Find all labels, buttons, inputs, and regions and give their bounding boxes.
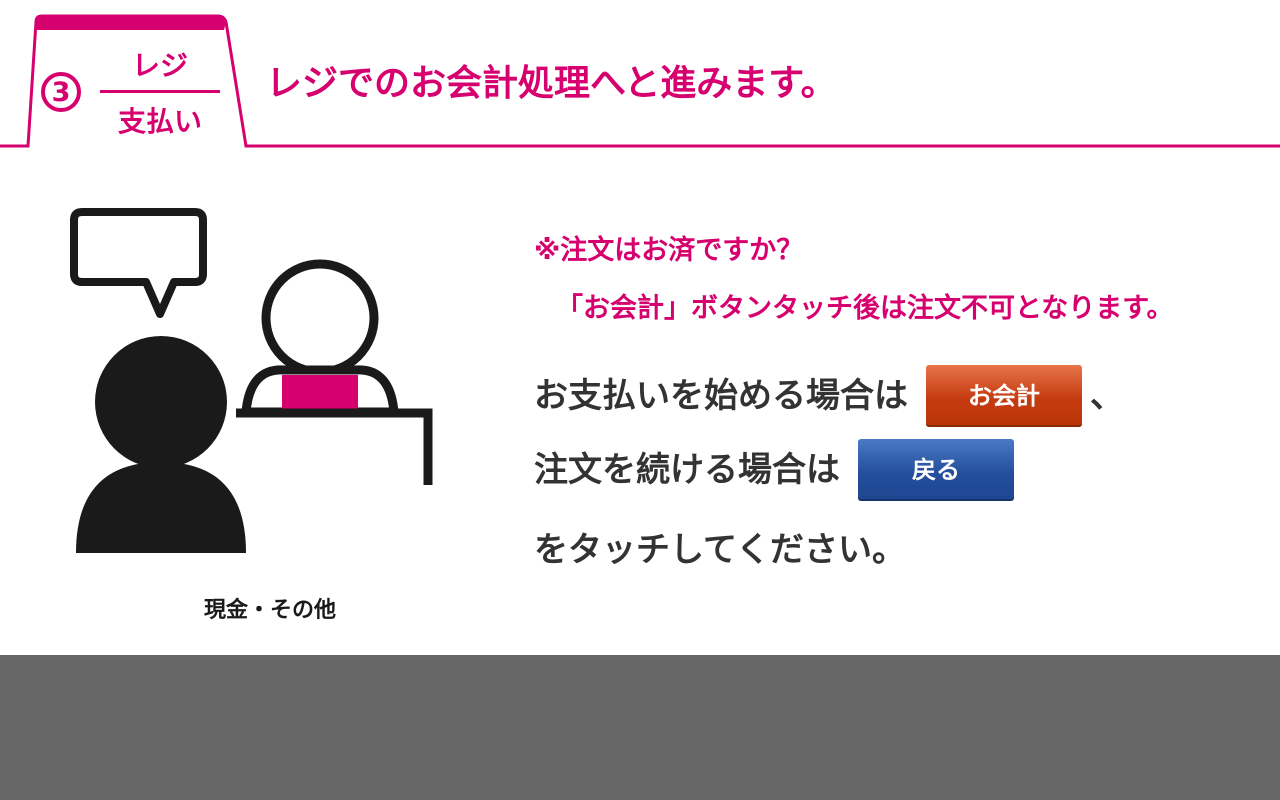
checkout-button[interactable]: お会計 [926,365,1082,427]
customer-body [76,462,246,553]
back-button[interactable]: 戻る [858,439,1014,501]
instruction-line-back: 注文を続ける場合は 戻る [534,438,1014,502]
instruction-comma: 、 [1090,376,1124,416]
step-label-divider [100,90,220,93]
register-counter [236,408,433,485]
cashier-head [261,259,379,377]
order-notice-line2: 「お会計」ボタンタッチ後は注文不可となります。 [556,293,1174,324]
step-header: 3 レジ 支払い レジでのお会計処理へと進みます。 [0,0,1280,150]
register-illustration [60,200,450,560]
step-number-badge: 3 [41,72,81,112]
instruction-line-pay: お支払いを始める場合は お会計 、 [534,364,1124,428]
cashier-apron [282,375,358,411]
step-label-register: レジ [131,49,188,82]
instruction-touch-text: をタッチしてください。 [534,530,906,570]
step-label-payment: 支払い [117,105,202,138]
order-notice: ※注文はお済ですか？ 「お会計」ボタンタッチ後は注文不可となります。 [534,222,1174,338]
customer-head [95,336,227,468]
order-notice-line1: ※注文はお済ですか？ [534,235,804,266]
footer-bar [0,655,1280,800]
speech-bubble-icon [70,208,207,318]
instruction-pay-text: お支払いを始める場合は [534,376,908,416]
instruction-line-touch: をタッチしてください。 [534,518,906,582]
cashier-customer-icon [70,208,433,553]
payment-method-caption: 現金・その他 [203,598,336,623]
page-title: レジでのお会計処理へと進みます。 [266,63,837,104]
instruction-continue-text: 注文を続ける場合は [534,450,840,490]
